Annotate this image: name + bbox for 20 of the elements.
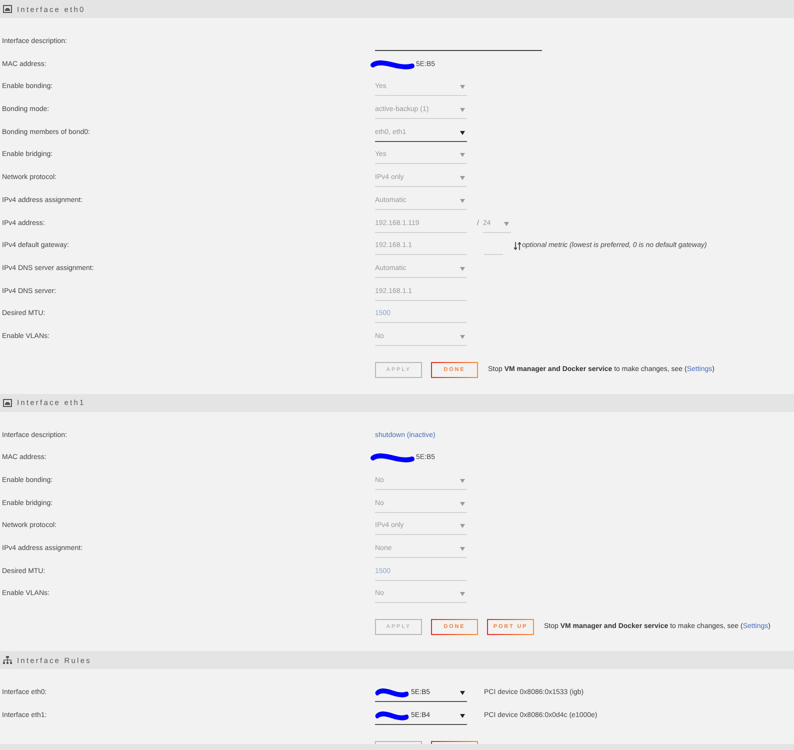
caret-icon (460, 592, 465, 596)
caret-icon (460, 334, 465, 339)
caret-icon (460, 176, 465, 180)
caret-icon (460, 130, 465, 135)
port-icon (3, 5, 12, 13)
sort-arrows-icon (514, 242, 521, 250)
caret-icon (460, 266, 465, 271)
caret-icon (460, 479, 465, 483)
caret-icon (460, 524, 465, 528)
caret-icon (460, 547, 465, 552)
network-tree-icon (3, 656, 12, 664)
caret-icon (460, 714, 465, 718)
caret-icon (460, 85, 465, 90)
caret-icon (460, 502, 465, 506)
caret-icon (460, 198, 465, 203)
caret-icon (504, 222, 509, 226)
caret-icon (460, 108, 465, 112)
port-icon (3, 398, 12, 407)
caret-icon (460, 153, 465, 158)
caret-icon (460, 691, 465, 696)
